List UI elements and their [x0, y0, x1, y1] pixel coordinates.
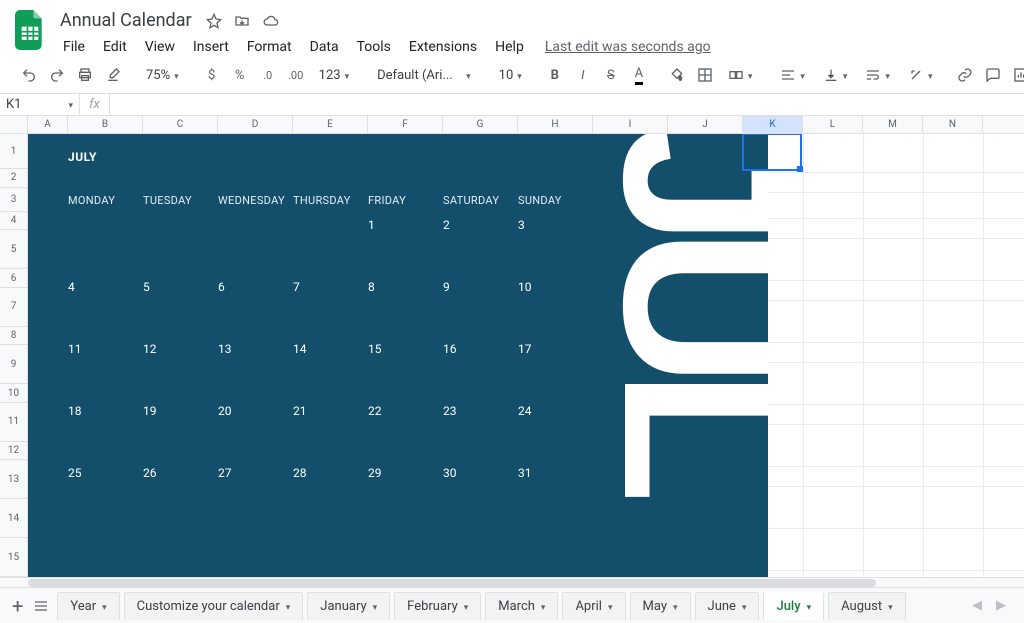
menu-edit[interactable]: Edit [96, 35, 134, 59]
menu-file[interactable]: File [56, 35, 92, 59]
row-header-13[interactable]: 13 [0, 460, 27, 499]
column-header-B[interactable]: B [68, 116, 143, 133]
row-header-11[interactable]: 11 [0, 403, 27, 442]
vertical-align-dropdown[interactable] [817, 63, 854, 87]
menu-tools[interactable]: Tools [350, 35, 398, 59]
row-header-12[interactable]: 12 [0, 442, 27, 461]
column-header-L[interactable]: L [803, 116, 863, 133]
row-header-9[interactable]: 9 [0, 345, 27, 384]
row-header-7[interactable]: 7 [0, 288, 27, 327]
row-header-15[interactable]: 15 [0, 538, 27, 577]
selected-cell-outline [742, 134, 802, 171]
borders-button[interactable] [694, 63, 716, 87]
decrease-decimal-button[interactable]: .0 [257, 63, 279, 87]
paint-format-button[interactable] [102, 63, 124, 87]
star-icon[interactable] [206, 13, 222, 29]
strikethrough-button[interactable]: S [600, 63, 622, 87]
font-family-dropdown[interactable]: Default (Ari... [371, 63, 477, 87]
sheets-app-icon[interactable] [12, 8, 48, 52]
merge-cells-dropdown[interactable] [722, 63, 759, 87]
menu-view[interactable]: View [138, 35, 182, 59]
sheet-tab-march[interactable]: March [485, 592, 558, 620]
row-header-10[interactable]: 10 [0, 384, 27, 403]
row-header-14[interactable]: 14 [0, 499, 27, 538]
add-sheet-button[interactable]: + [12, 594, 23, 618]
insert-chart-button[interactable] [1010, 63, 1024, 87]
column-header-A[interactable]: A [28, 116, 68, 133]
last-edit-link[interactable]: Last edit was seconds ago [545, 39, 711, 55]
text-color-button[interactable]: A [628, 63, 650, 87]
insert-comment-button[interactable] [982, 63, 1004, 87]
sheet-tab-customize-your-calendar[interactable]: Customize your calendar [124, 592, 304, 620]
increase-decimal-button[interactable]: .00 [285, 63, 307, 87]
document-title[interactable]: Annual Calendar [56, 8, 196, 33]
select-all-corner[interactable] [0, 116, 28, 133]
row-header-4[interactable]: 4 [0, 212, 27, 231]
fill-color-button[interactable] [666, 63, 688, 87]
column-header-N[interactable]: N [923, 116, 983, 133]
menu-help[interactable]: Help [488, 35, 531, 59]
horizontal-align-dropdown[interactable] [774, 63, 811, 87]
undo-button[interactable] [18, 63, 40, 87]
column-header-C[interactable]: C [143, 116, 218, 133]
name-box[interactable]: K1 [0, 94, 80, 115]
menu-bar: FileEditViewInsertFormatDataToolsExtensi… [56, 35, 1012, 59]
tab-scroll-right-button[interactable]: ▶ [996, 598, 1006, 613]
menu-extensions[interactable]: Extensions [402, 35, 484, 59]
print-button[interactable] [74, 63, 96, 87]
zoom-dropdown[interactable]: 75% [140, 63, 185, 87]
column-header-D[interactable]: D [218, 116, 293, 133]
redo-button[interactable] [46, 63, 68, 87]
sheet-tab-july[interactable]: July [763, 592, 824, 620]
more-formats-dropdown[interactable]: 123 [313, 63, 355, 87]
column-header-G[interactable]: G [443, 116, 518, 133]
sheet-tab-april[interactable]: April [562, 592, 625, 620]
font-size-dropdown[interactable]: 10 [493, 63, 528, 87]
column-header-F[interactable]: F [368, 116, 443, 133]
sheet-tab-may[interactable]: May [630, 592, 691, 620]
horizontal-scrollbar[interactable] [0, 577, 1024, 587]
column-header-M[interactable]: M [863, 116, 923, 133]
bold-button[interactable]: B [544, 63, 566, 87]
fx-icon: fx [80, 94, 110, 115]
format-percent-button[interactable]: % [229, 63, 251, 87]
column-header-H[interactable]: H [518, 116, 593, 133]
column-header-I[interactable]: I [593, 116, 668, 133]
menu-data[interactable]: Data [303, 35, 346, 59]
row-header-1[interactable]: 1 [0, 134, 27, 169]
menu-insert[interactable]: Insert [186, 35, 236, 59]
italic-button[interactable]: I [572, 63, 594, 87]
text-wrap-dropdown[interactable] [859, 63, 896, 87]
row-header-3[interactable]: 3 [0, 188, 27, 212]
sheet-tab-august[interactable]: August [828, 592, 906, 620]
all-sheets-button[interactable] [33, 598, 49, 614]
sheet-tab-bar: + YearCustomize your calendarJanuaryFebr… [0, 587, 1024, 623]
sheet-tab-year[interactable]: Year [57, 592, 119, 620]
tab-scroll-left-button[interactable]: ◀ [972, 598, 982, 613]
column-header-E[interactable]: E [293, 116, 368, 133]
row-header-2[interactable]: 2 [0, 169, 27, 188]
sheet-tab-january[interactable]: January [307, 592, 390, 620]
row-header-5[interactable]: 5 [0, 230, 27, 269]
sheet-tab-february[interactable]: February [394, 592, 481, 620]
sheet-tab-june[interactable]: June [695, 592, 760, 620]
move-icon[interactable] [234, 13, 250, 29]
row-header-6[interactable]: 6 [0, 269, 27, 288]
menu-format[interactable]: Format [240, 35, 299, 59]
toolbar: 75% $ % .0 .00 123 Default (Ari... 10 B … [0, 59, 1024, 94]
cloud-status-icon[interactable] [262, 13, 280, 29]
insert-link-button[interactable] [954, 63, 976, 87]
column-header-K[interactable]: K [743, 116, 803, 133]
row-header-8[interactable]: 8 [0, 327, 27, 346]
column-header-J[interactable]: J [668, 116, 743, 133]
format-currency-button[interactable]: $ [201, 63, 223, 87]
text-rotation-dropdown[interactable] [902, 63, 939, 87]
